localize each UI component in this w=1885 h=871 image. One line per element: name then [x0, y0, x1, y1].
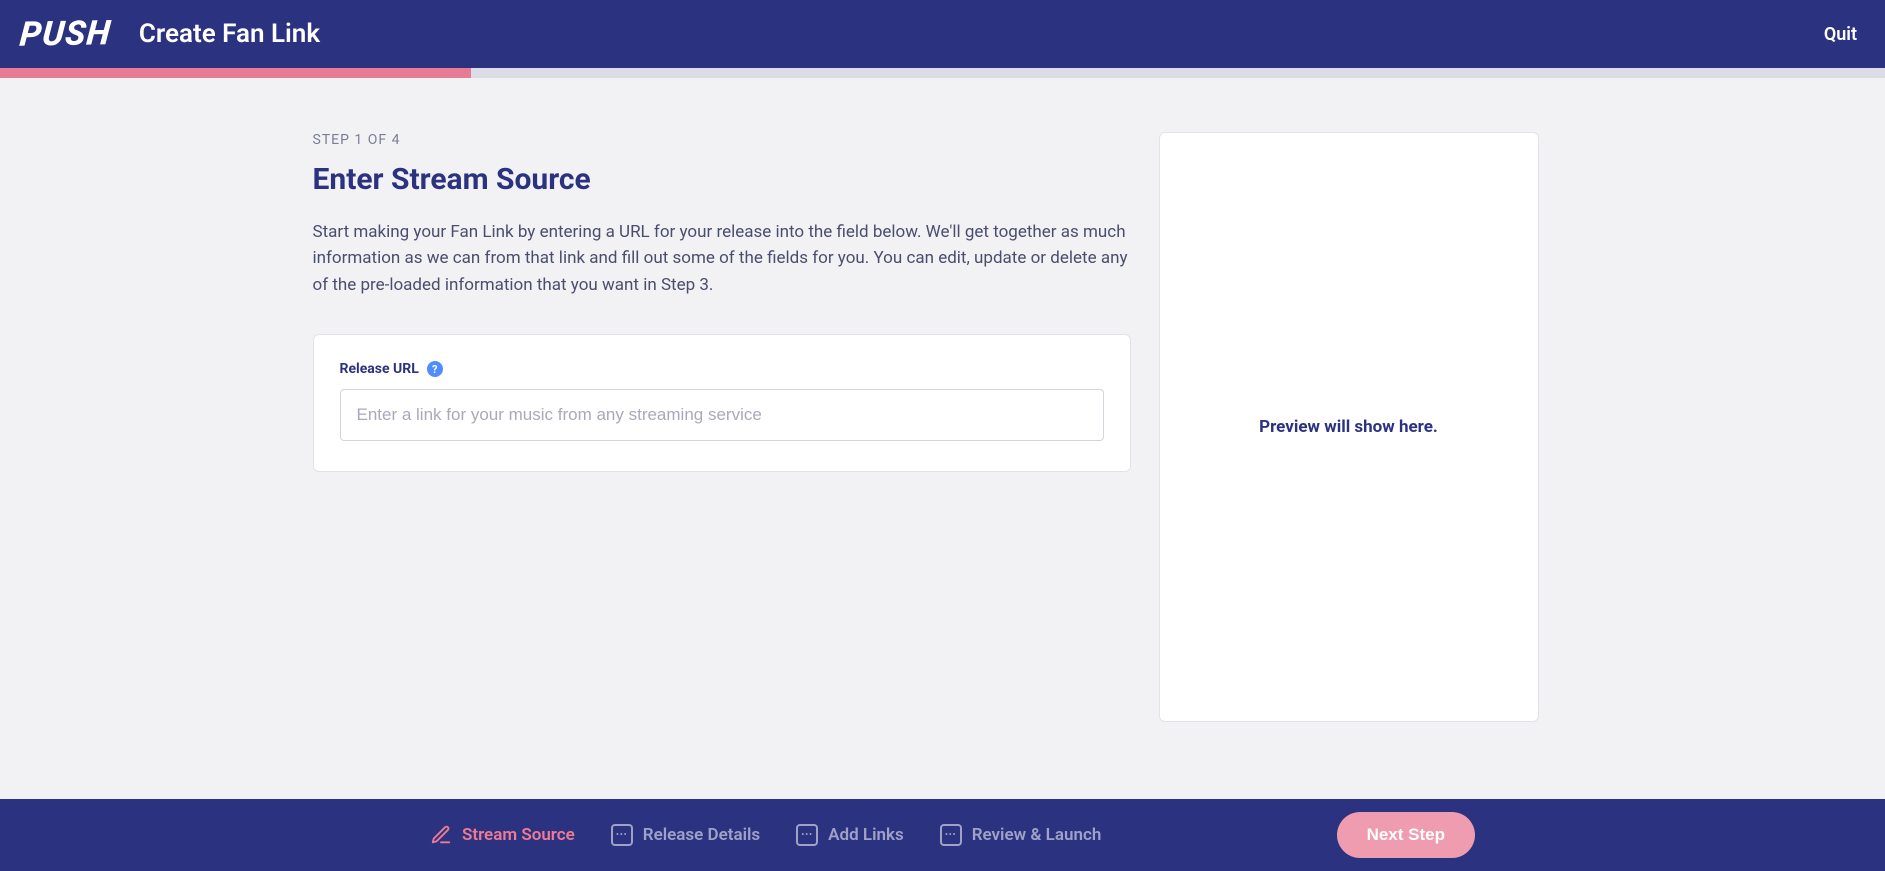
release-url-label: Release URL [340, 361, 419, 377]
step-label: Review & Launch [972, 825, 1102, 845]
wizard-steps: Stream Source Release Details Add Links … [430, 824, 1101, 846]
step-add-links[interactable]: Add Links [796, 824, 904, 846]
step-label: Add Links [828, 825, 904, 845]
app-logo[interactable]: PUSH [18, 13, 113, 55]
step-indicator: STEP 1 OF 4 [313, 132, 1133, 148]
dots-icon [940, 824, 962, 846]
next-step-button[interactable]: Next Step [1337, 812, 1475, 858]
help-icon[interactable]: ? [427, 361, 443, 377]
step-label: Release Details [643, 825, 760, 845]
step-label: Stream Source [462, 825, 575, 845]
page-description: Start making your Fan Link by entering a… [313, 219, 1133, 298]
page-title: Enter Stream Source [313, 162, 1133, 197]
bottom-bar: Stream Source Release Details Add Links … [0, 799, 1885, 871]
page-header-title: Create Fan Link [139, 19, 320, 49]
step-release-details[interactable]: Release Details [611, 824, 760, 846]
quit-button[interactable]: Quit [1824, 24, 1857, 45]
release-url-input[interactable] [340, 389, 1104, 441]
progress-bar-fill [0, 68, 471, 78]
dots-icon [796, 824, 818, 846]
progress-bar-track [0, 68, 1885, 78]
release-url-card: Release URL ? [313, 334, 1131, 472]
pencil-icon [430, 824, 452, 846]
step-stream-source[interactable]: Stream Source [430, 824, 575, 846]
main-content: STEP 1 OF 4 Enter Stream Source Start ma… [313, 78, 1573, 722]
preview-panel: Preview will show here. [1159, 132, 1539, 722]
step-review-launch[interactable]: Review & Launch [940, 824, 1102, 846]
dots-icon [611, 824, 633, 846]
top-bar: PUSH Create Fan Link Quit [0, 0, 1885, 68]
preview-placeholder-text: Preview will show here. [1259, 417, 1438, 437]
